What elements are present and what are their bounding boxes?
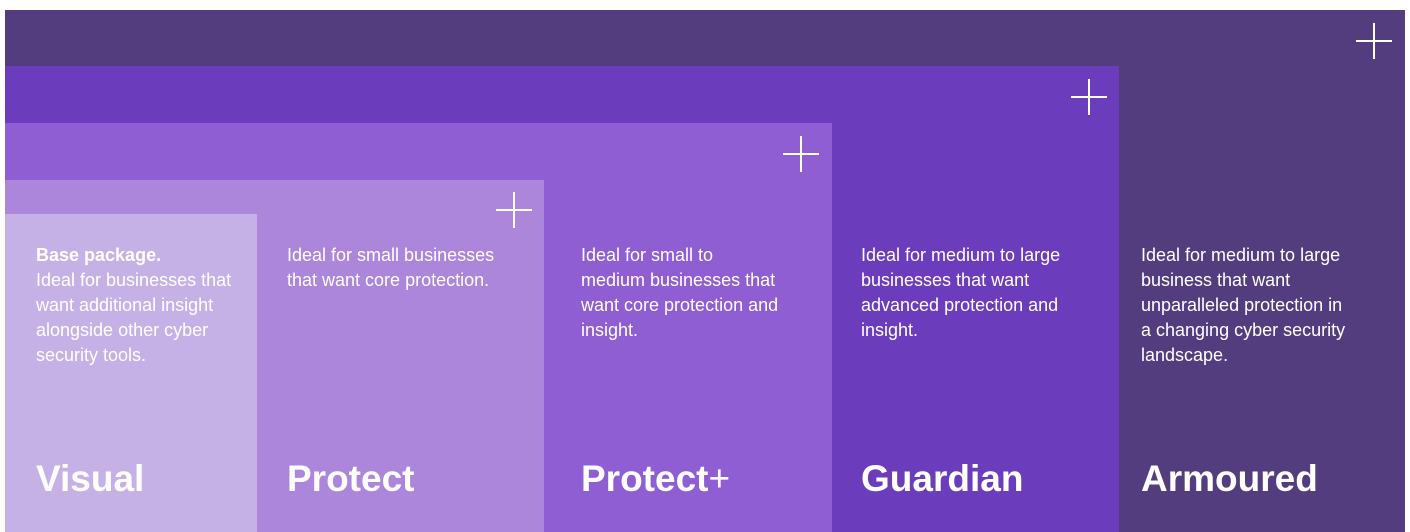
visual-lead: Base package.	[36, 245, 162, 265]
plus-icon[interactable]	[1356, 23, 1392, 59]
protect-plus-suffix: +	[708, 458, 731, 499]
guardian-title: Guardian	[861, 458, 1024, 499]
protect-description: Ideal for small businesses that want cor…	[287, 245, 495, 290]
protect-plus-description: Ideal for small to medium businesses tha…	[581, 245, 779, 340]
package-tiers: Base package. Ideal for businesses that …	[0, 0, 1410, 532]
protect-title: Protect	[287, 458, 415, 499]
visual-description-text: Ideal for businesses that want additiona…	[36, 270, 232, 365]
visual-description: Base package. Ideal for businesses that …	[36, 243, 246, 368]
protect-plus-name: Protect	[581, 458, 709, 499]
visual-title: Visual	[36, 458, 145, 499]
guardian-description: Ideal for medium to large businesses tha…	[861, 245, 1061, 340]
plus-icon[interactable]	[783, 136, 819, 172]
protect-plus-title: Protect+	[581, 458, 730, 500]
armoured-title: Armoured	[1141, 458, 1318, 499]
plus-icon[interactable]	[496, 192, 532, 228]
plus-icon[interactable]	[1071, 79, 1107, 115]
armoured-description: Ideal for medium to large business that …	[1141, 245, 1346, 365]
